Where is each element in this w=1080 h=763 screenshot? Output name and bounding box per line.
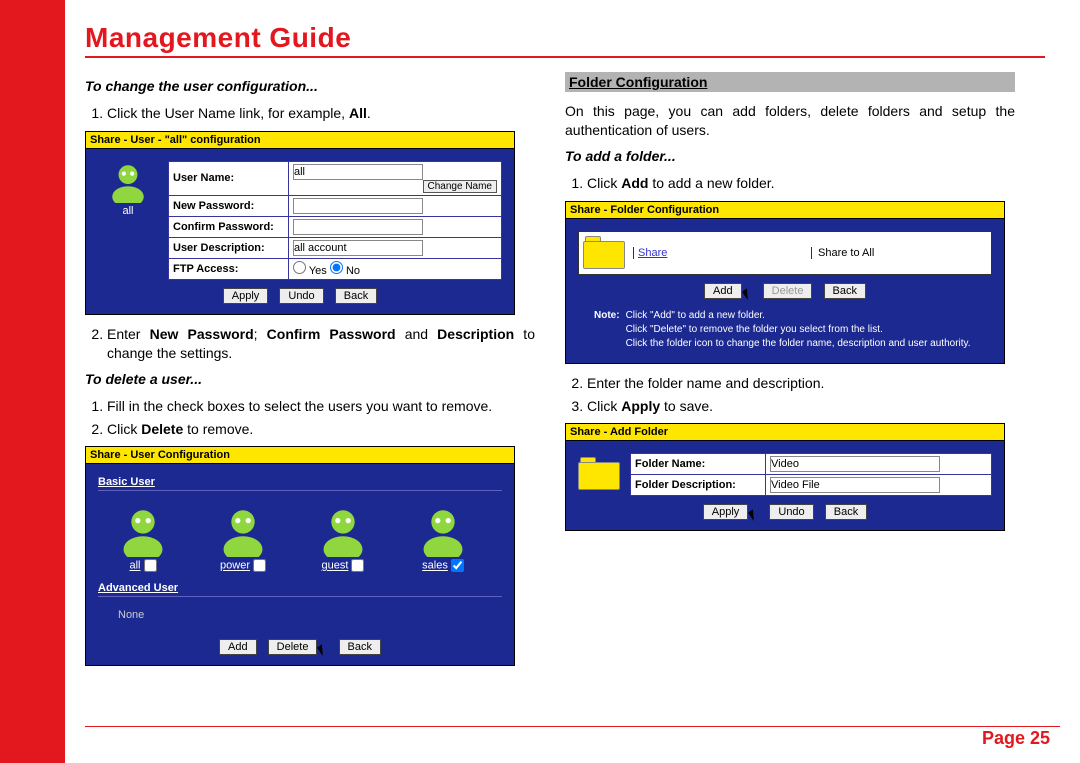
cursor-icon	[748, 507, 762, 521]
user-checkbox[interactable]	[253, 559, 266, 572]
screenshot-add-folder: Share - Add Folder Folder Name: Folder D…	[565, 423, 1005, 531]
left-column: To change the user configuration... Clic…	[85, 72, 535, 676]
note-text: Note:Click "Add" to add a new folder. No…	[578, 299, 992, 353]
ftp-yes-radio[interactable]	[293, 261, 306, 274]
folder-icon	[583, 236, 625, 270]
username-input[interactable]	[293, 164, 423, 180]
heading-change-user: To change the user configuration...	[85, 78, 535, 94]
folder-desc-input[interactable]	[770, 477, 940, 493]
cursor-icon	[317, 642, 331, 656]
folder-row[interactable]: Share Share to All	[578, 231, 992, 275]
back-button[interactable]: Back	[335, 288, 377, 304]
folder-link[interactable]: Share	[633, 247, 803, 259]
new-password-input[interactable]	[293, 198, 423, 214]
intro-text: On this page, you can add folders, delet…	[565, 102, 1015, 140]
undo-button[interactable]: Undo	[279, 288, 323, 304]
panel-title: Share - Folder Configuration	[566, 202, 1004, 219]
change-name-button[interactable]: Change Name	[423, 180, 497, 193]
user-item[interactable]: all	[108, 505, 178, 572]
heading-add-folder: To add a folder...	[565, 148, 1015, 164]
undo-button[interactable]: Undo	[769, 504, 813, 520]
folder-name-input[interactable]	[770, 456, 940, 472]
user-item[interactable]: power	[208, 505, 278, 572]
delete-button[interactable]: Delete	[268, 639, 318, 655]
right-column: Folder Configuration On this page, you c…	[565, 72, 1015, 676]
user-item[interactable]: sales	[408, 505, 478, 572]
page-content: Management Guide To change the user conf…	[65, 0, 1080, 676]
heading-delete-user: To delete a user...	[85, 371, 535, 387]
panel-title: Share - Add Folder	[566, 424, 1004, 441]
step-text: Enter New Password; Confirm Password and…	[107, 325, 535, 363]
footer-rule	[85, 726, 1060, 727]
page-number: Page 25	[982, 728, 1050, 749]
confirm-password-input[interactable]	[293, 219, 423, 235]
folder-icon	[578, 457, 620, 491]
step-text: Fill in the check boxes to select the us…	[107, 397, 535, 416]
cursor-icon	[742, 286, 756, 300]
page-title: Management Guide	[85, 22, 1045, 58]
add-button[interactable]: Add	[219, 639, 257, 655]
apply-button[interactable]: Apply	[703, 504, 749, 520]
apply-button[interactable]: Apply	[223, 288, 269, 304]
section-band: Folder Configuration	[565, 72, 1015, 92]
step-text: Click Add to add a new folder.	[587, 174, 1015, 193]
user-form-table: User Name: Change Name New Password: Con…	[168, 161, 502, 280]
user-grid: all power guest sales	[98, 499, 502, 582]
user-desc-input[interactable]	[293, 240, 423, 256]
screenshot-user-config: Share - User - "all" configuration all U…	[85, 131, 515, 315]
screenshot-folder-config: Share - Folder Configuration Share Share…	[565, 201, 1005, 364]
back-button[interactable]: Back	[339, 639, 381, 655]
panel-title: Share - User - "all" configuration	[86, 132, 514, 149]
user-item[interactable]: guest	[308, 505, 378, 572]
panel-title: Share - User Configuration	[86, 447, 514, 464]
user-checkbox[interactable]	[144, 559, 157, 572]
back-button[interactable]: Back	[824, 283, 866, 299]
step-text: Enter the folder name and description.	[587, 374, 1015, 393]
folder-form-table: Folder Name: Folder Description:	[630, 453, 992, 496]
screenshot-user-list: Share - User Configuration Basic User al…	[85, 446, 515, 666]
step-text: Click Delete to remove.	[107, 420, 535, 439]
back-button[interactable]: Back	[825, 504, 867, 520]
step-text: Click Apply to save.	[587, 397, 1015, 416]
ftp-no-radio[interactable]	[330, 261, 343, 274]
step-text: Click the User Name link, for example, A…	[107, 104, 535, 123]
user-checkbox[interactable]	[451, 559, 464, 572]
delete-button-disabled: Delete	[763, 283, 813, 299]
avatar: all	[98, 161, 158, 217]
folder-desc: Share to All	[811, 247, 941, 259]
user-checkbox[interactable]	[351, 559, 364, 572]
red-sidebar-strip	[0, 0, 65, 763]
add-button[interactable]: Add	[704, 283, 742, 299]
